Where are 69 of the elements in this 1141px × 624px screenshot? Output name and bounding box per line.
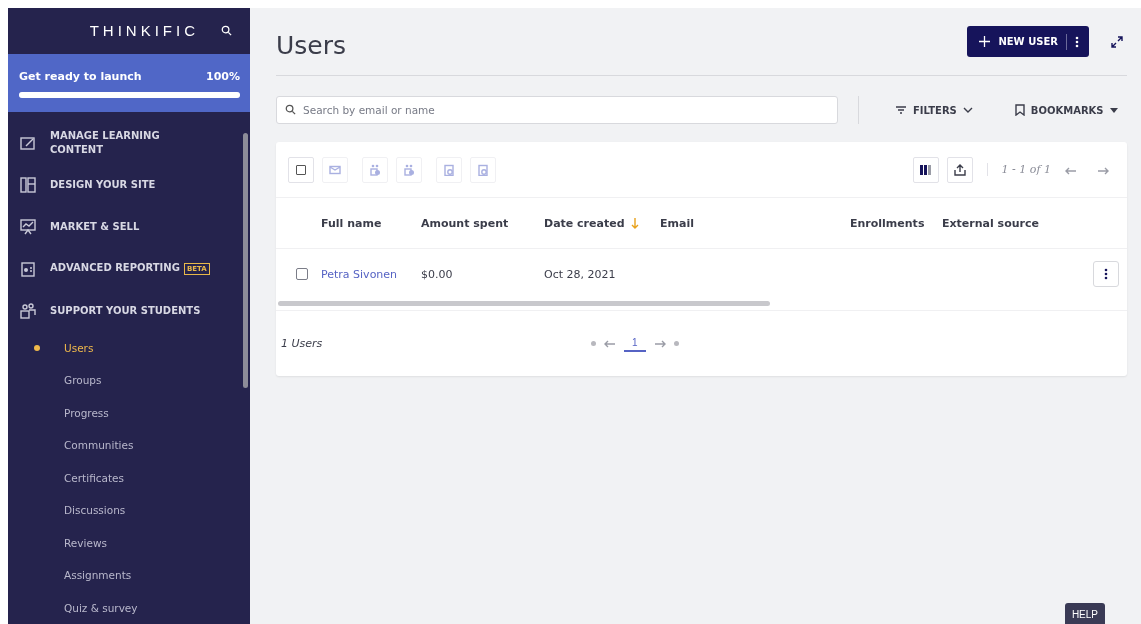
page-number[interactable]: 1 bbox=[624, 335, 646, 352]
bookmarks-button[interactable]: BOOKMARKS bbox=[1008, 103, 1124, 117]
arrow-right-icon[interactable] bbox=[653, 339, 666, 348]
nav-item[interactable]: Users bbox=[8, 331, 250, 364]
plus-icon bbox=[979, 36, 991, 47]
nav-item[interactable]: Groups bbox=[8, 364, 250, 397]
nav-item[interactable]: Reviews bbox=[8, 526, 250, 559]
column-header[interactable]: Amount spent bbox=[421, 198, 544, 249]
arrow-right-icon bbox=[1097, 166, 1109, 175]
columns-button[interactable] bbox=[912, 156, 939, 183]
row-checkbox[interactable] bbox=[296, 268, 308, 280]
search-icon[interactable] bbox=[221, 25, 232, 37]
help-button[interactable]: HELP bbox=[1064, 603, 1105, 624]
kebab-icon bbox=[1075, 35, 1079, 48]
column-header[interactable]: External source bbox=[942, 198, 1057, 249]
users-count: 1 Users bbox=[281, 337, 324, 350]
nav-item[interactable]: Quiz & survey bbox=[8, 591, 250, 624]
nav-section[interactable]: DESIGN YOUR SITE bbox=[8, 163, 250, 206]
launch-percent: 100% bbox=[206, 69, 240, 83]
launch-label: Get ready to launch bbox=[19, 69, 142, 83]
columns-icon bbox=[919, 164, 932, 175]
search-icon bbox=[285, 104, 296, 115]
clipboard-add-icon bbox=[443, 163, 455, 176]
chevron-down-icon bbox=[962, 107, 973, 113]
bookmark-icon bbox=[1014, 104, 1025, 116]
edit-board-icon bbox=[20, 134, 36, 151]
nav-item[interactable]: Progress bbox=[8, 396, 250, 429]
launch-panel[interactable]: Get ready to launch 100% bbox=[8, 53, 250, 112]
horizontal-scrollbar[interactable] bbox=[278, 301, 770, 306]
column-header[interactable]: Email bbox=[660, 198, 850, 249]
select-all-button[interactable] bbox=[288, 156, 314, 183]
export-button[interactable] bbox=[946, 156, 973, 183]
arrow-left-icon[interactable] bbox=[604, 339, 616, 348]
filter-icon bbox=[895, 105, 907, 115]
group-add-icon bbox=[369, 163, 381, 176]
page-range: 1 - 1 of 1 bbox=[986, 163, 1051, 176]
caret-icon bbox=[1109, 107, 1118, 113]
clipboard-remove-icon bbox=[477, 163, 489, 176]
expand-icon bbox=[1111, 35, 1123, 48]
select-all-checkbox[interactable] bbox=[296, 164, 306, 175]
nav-item[interactable]: Certificates bbox=[8, 461, 250, 494]
column-header[interactable]: Full name bbox=[321, 198, 421, 249]
envelope-icon bbox=[329, 163, 341, 176]
page-title: Users bbox=[276, 30, 347, 60]
nav-item[interactable]: Assignments bbox=[8, 559, 250, 592]
filters-button[interactable]: FILTERS bbox=[889, 103, 979, 117]
nav-item[interactable]: Communities bbox=[8, 429, 250, 462]
people-icon bbox=[20, 302, 36, 319]
column-header[interactable]: Date created bbox=[544, 198, 660, 249]
presentation-chart-icon bbox=[20, 218, 36, 235]
search-field[interactable]: Search by email or name bbox=[276, 96, 838, 124]
nav-section[interactable]: MANAGE LEARNING CONTENT bbox=[8, 121, 250, 164]
table-cell: Oct 28, 2021 bbox=[544, 267, 616, 281]
kebab-icon bbox=[1104, 268, 1108, 280]
arrow-left-icon bbox=[1065, 166, 1077, 175]
row-menu-button[interactable] bbox=[1093, 261, 1119, 287]
layout-icon bbox=[20, 176, 36, 193]
user-name-link[interactable]: Petra Sivonen bbox=[321, 267, 398, 281]
share-icon bbox=[953, 163, 966, 176]
nav-section[interactable]: SUPPORT YOUR STUDENTS bbox=[8, 289, 250, 332]
nav-section[interactable]: MARKET & SELL bbox=[8, 205, 250, 248]
column-header[interactable]: Enrollments bbox=[850, 198, 942, 249]
new-user-button[interactable]: NEW USER bbox=[967, 26, 1089, 57]
scrollbar[interactable] bbox=[243, 133, 248, 388]
table-cell: $0.00 bbox=[421, 267, 453, 281]
logo: THINKIFIC bbox=[89, 22, 199, 40]
clipboard-chart-icon bbox=[20, 260, 36, 277]
nav-item[interactable]: Discussions bbox=[8, 494, 250, 527]
group-remove-icon bbox=[403, 163, 415, 176]
